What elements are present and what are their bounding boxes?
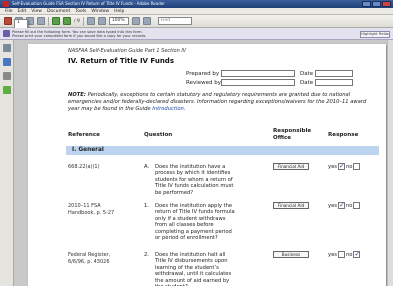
document-area: NASFAA Self-Evaluation Guide Part 1 Sect…: [14, 40, 393, 286]
question-header: Question: [144, 132, 173, 138]
yes-label: yes: [328, 163, 337, 170]
row-1-response: yes no: [328, 201, 361, 209]
find-input[interactable]: Find: [157, 17, 192, 25]
bookmarks-icon[interactable]: [3, 58, 11, 66]
zoom-in-icon[interactable]: [97, 17, 106, 25]
email-icon[interactable]: [37, 17, 45, 25]
row-2-yes-checkbox[interactable]: [337, 251, 345, 258]
row-a-response: yes no: [328, 162, 361, 170]
reference-header: Reference: [68, 132, 100, 138]
responsible-office-header: Responsible Office: [273, 128, 312, 141]
vertical-scrollbar[interactable]: [387, 40, 393, 286]
toolbar: 1 / 9 100% Find: [0, 15, 393, 269]
row-1-yes-checkbox[interactable]: [337, 201, 345, 209]
form-message-bar: Please fill out the following form. You …: [0, 28, 393, 40]
note-paragraph: NOTE: Periodically, exceptions to certai…: [68, 92, 368, 113]
previous-page-icon[interactable]: [52, 17, 60, 25]
menu-file[interactable]: File: [5, 8, 13, 14]
adobe-reader-icon: [3, 1, 9, 7]
window-controls: [362, 1, 391, 7]
attachments-icon[interactable]: [3, 72, 11, 80]
page-title: IV. Return of Title IV Funds: [68, 57, 174, 65]
prepared-date-label: Date: [300, 71, 314, 77]
document-header: NASFAA Self-Evaluation Guide Part 1 Sect…: [68, 48, 187, 54]
highlight-fields-button[interactable]: Highlight Fields: [360, 31, 390, 38]
page-total: / 9: [74, 18, 80, 24]
fit-page-icon[interactable]: [131, 17, 140, 25]
row-a-reference: 668.22(a)(1): [68, 164, 100, 170]
menu-document[interactable]: Document: [47, 8, 70, 14]
row-1-question: Does the institution apply the return of…: [155, 203, 235, 242]
reviewed-date-label: Date: [300, 80, 314, 86]
no-label: no: [345, 202, 353, 209]
reviewed-date-field[interactable]: [315, 79, 353, 86]
zoom-out-icon[interactable]: [86, 17, 95, 25]
reviewed-by-field[interactable]: [221, 79, 295, 86]
note-lead: NOTE:: [68, 92, 86, 98]
row-2-no-checkbox[interactable]: [353, 250, 361, 258]
section-general: I. General: [66, 146, 379, 155]
toolbar-divider: [82, 16, 84, 26]
menu-help[interactable]: Help: [114, 8, 124, 14]
fit-width-icon[interactable]: [142, 17, 151, 25]
row-1-office-field[interactable]: Financial Aid: [273, 202, 309, 209]
note-text: Periodically, exceptions to certain stat…: [68, 92, 367, 112]
row-1-reference: 2010–11 FSA Handbook, p. 5-27: [68, 203, 115, 216]
create-pdf-icon[interactable]: [4, 17, 12, 25]
row-2-office-field[interactable]: Business: [273, 251, 309, 258]
yes-label: yes: [328, 251, 337, 258]
pages-panel-icon[interactable]: [3, 44, 11, 52]
yes-label: yes: [328, 202, 337, 209]
minimize-button[interactable]: [362, 1, 371, 7]
prepared-date-field[interactable]: [315, 70, 353, 77]
row-2-response: yes no: [328, 250, 361, 258]
row-a-office-field[interactable]: Financial Aid: [273, 163, 309, 170]
no-label: no: [345, 163, 353, 170]
next-page-icon[interactable]: [63, 17, 71, 25]
reviewed-by-label: Reviewed by: [186, 80, 221, 86]
row-a-question: Does the institution have a process by w…: [155, 164, 234, 196]
response-header: Response: [328, 132, 359, 138]
maximize-button[interactable]: [372, 1, 381, 7]
row-a-number: A.: [144, 164, 150, 170]
introduction-link[interactable]: Introduction: [152, 106, 184, 112]
window-title: Self-Evaluation Guide FSA Section IV Ret…: [12, 1, 165, 6]
window-title-bar: Self-Evaluation Guide FSA Section IV Ret…: [0, 0, 393, 8]
zoom-level-field[interactable]: 100%: [108, 17, 129, 25]
toolbar-divider: [48, 16, 49, 26]
row-2-number: 2.: [144, 252, 149, 258]
row-2-reference: Federal Register, 6/6/96, p. 43026: [68, 252, 111, 265]
row-1-no-checkbox[interactable]: [353, 202, 361, 209]
note-end: .: [183, 106, 186, 112]
row-1-number: 1.: [144, 203, 149, 209]
pdf-page: NASFAA Self-Evaluation Guide Part 1 Sect…: [28, 44, 386, 286]
signatures-icon[interactable]: [3, 86, 11, 94]
close-button[interactable]: [382, 1, 391, 7]
prepared-by-field[interactable]: [221, 70, 295, 77]
row-2-question: Does the institution halt all Title IV d…: [155, 252, 232, 286]
form-message-line-2: Please print your completed form if you …: [12, 33, 147, 38]
prepared-by-label: Prepared by: [186, 71, 220, 77]
menu-edit[interactable]: Edit: [18, 8, 27, 14]
menu-tools[interactable]: Tools: [75, 8, 86, 14]
menu-view[interactable]: View: [31, 8, 42, 14]
row-a-yes-checkbox[interactable]: [337, 162, 345, 170]
row-a-no-checkbox[interactable]: [353, 163, 361, 170]
form-info-icon: [3, 30, 10, 37]
no-label: no: [345, 251, 353, 258]
menu-bar: File Edit View Document Tools Window Hel…: [0, 8, 393, 15]
navigation-pane: [0, 40, 14, 286]
menu-window[interactable]: Window: [91, 8, 109, 14]
